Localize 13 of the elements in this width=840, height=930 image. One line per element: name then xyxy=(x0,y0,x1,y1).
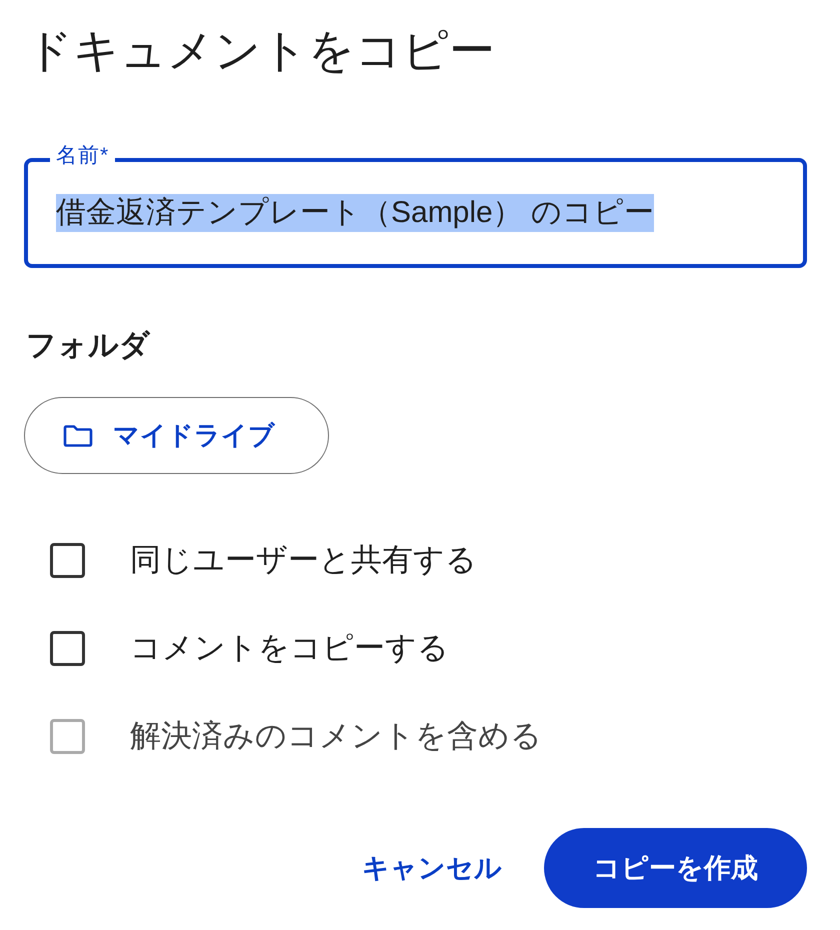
checkbox[interactable] xyxy=(50,542,85,578)
name-field-label: 名前* xyxy=(50,144,116,168)
checkbox-label: コメントをコピーする xyxy=(130,629,449,667)
checkbox[interactable] xyxy=(50,630,85,666)
checkbox-label: 解決済みのコメントを含める xyxy=(130,717,542,755)
checkbox-label: 同じユーザーと共有する xyxy=(130,541,477,579)
name-input-value: 借金返済テンプレート（Sample） のコピー xyxy=(56,194,654,232)
folder-picker-button[interactable]: マイドライブ xyxy=(24,397,329,474)
folder-icon xyxy=(63,424,93,446)
create-copy-button[interactable]: コピーを作成 xyxy=(544,828,807,908)
folder-heading: フォルダ xyxy=(26,328,150,364)
dialog-title: ドキュメントをコピー xyxy=(26,23,495,78)
cancel-button[interactable]: キャンセル xyxy=(350,828,514,908)
